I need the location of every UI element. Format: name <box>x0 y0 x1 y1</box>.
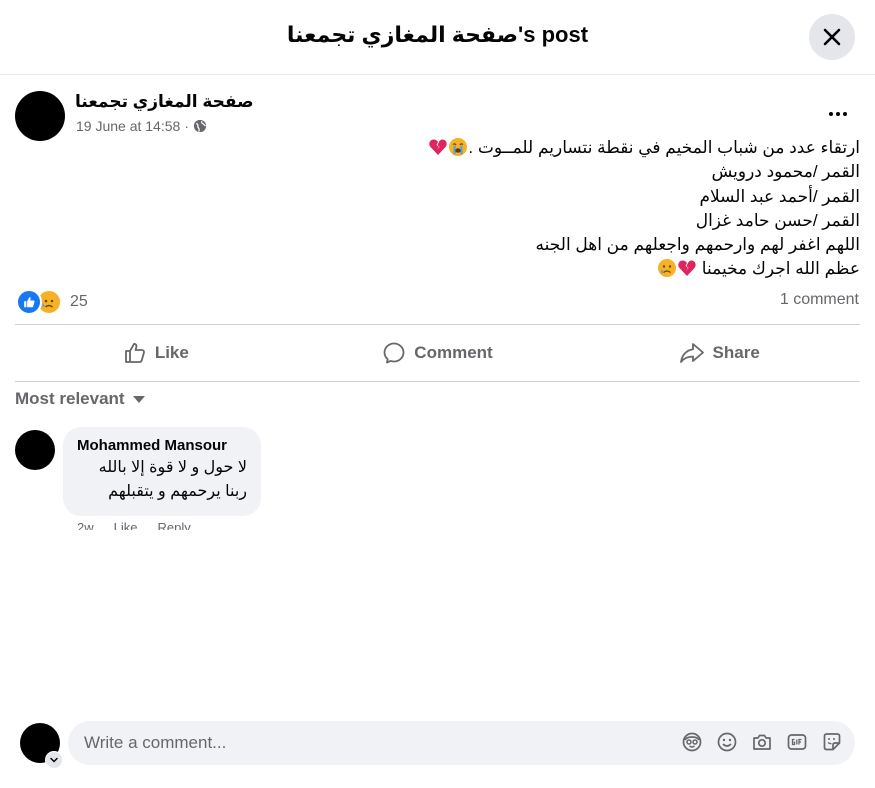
reactions-summary[interactable]: 25 <box>16 289 88 315</box>
post-dialog: صفحة المغازي تجمعنا's post صفحة المغازي … <box>0 0 875 788</box>
smiley-icon <box>717 732 737 752</box>
post-line: القمر /حسن حامد غزال <box>695 210 860 230</box>
page-avatar[interactable] <box>15 91 65 141</box>
share-button[interactable]: Share <box>578 326 860 380</box>
chevron-down-icon <box>50 757 58 763</box>
comment-text: لا حول و لا قوة إلا بالله ربنا يرحمهم و … <box>77 456 247 504</box>
thumbs-up-icon <box>124 343 145 363</box>
broken-heart-icon <box>677 258 697 278</box>
sticker-button[interactable] <box>821 731 843 753</box>
emoji-button[interactable] <box>716 731 738 753</box>
comment-count-link[interactable]: 1 comment <box>780 291 859 309</box>
sad-tear-face-icon <box>657 258 677 278</box>
comment-sort-dropdown[interactable]: Most relevant <box>15 389 145 409</box>
comment-line: ربنا يرحمهم و يتقبلهم <box>108 483 247 500</box>
more-dot-icon <box>836 112 840 116</box>
divider <box>15 381 860 382</box>
more-dot-icon <box>843 112 847 116</box>
share-label: Share <box>712 343 760 362</box>
sticker-icon <box>823 733 841 751</box>
post-action-bar: Like Comment Share <box>15 326 860 380</box>
post-body: ارتقاء عدد من شباب المخيم في نقطة نتساري… <box>380 136 860 282</box>
post-line: اللهم اغفر لهم وارحمهم واجعلهم من اهل ال… <box>535 235 860 255</box>
gif-icon <box>787 734 807 750</box>
dialog-title: صفحة المغازي تجمعنا's post <box>286 22 589 47</box>
broken-heart-icon <box>428 137 448 157</box>
photo-button[interactable] <box>751 731 773 753</box>
post-line: القمر /أحمد عبد السلام <box>699 186 860 206</box>
post-line: ارتقاء عدد من شباب المخيم في نقطة نتساري… <box>380 136 860 160</box>
like-reaction-icon <box>16 289 42 315</box>
commenter-avatar[interactable] <box>15 430 55 470</box>
globe-icon[interactable] <box>193 119 207 133</box>
share-arrow-icon <box>679 343 704 363</box>
comment-bubble: Mohammed Mansour لا حول و لا قوة إلا بال… <box>63 427 261 516</box>
comment-reply-link[interactable]: Reply <box>157 519 190 530</box>
comment-composer[interactable] <box>68 721 855 765</box>
comment-input[interactable] <box>82 732 666 754</box>
divider <box>15 324 860 325</box>
crying-face-icon <box>448 137 468 157</box>
post-timestamp[interactable]: 19 June at 14:58 <box>76 118 180 134</box>
comment-button[interactable]: Comment <box>297 326 579 380</box>
avatar-face-icon <box>682 732 702 752</box>
post-options-button[interactable] <box>822 100 854 128</box>
comment-time[interactable]: 2w <box>77 519 94 530</box>
comment-label: Comment <box>414 343 493 362</box>
comment-like-link[interactable]: Like <box>114 519 138 530</box>
dialog-header: صفحة المغازي تجمعنا's post <box>0 0 875 75</box>
avatar-sticker-button[interactable] <box>681 731 703 753</box>
reaction-count: 25 <box>70 293 88 310</box>
close-icon <box>823 28 841 46</box>
post-author[interactable]: صفحة المغازي تجمعنا <box>75 92 254 112</box>
meta-separator: · <box>184 118 189 134</box>
like-button[interactable]: Like <box>15 326 297 380</box>
profile-switch-badge[interactable] <box>45 751 63 769</box>
gif-button[interactable] <box>786 731 808 753</box>
comment-meta: 2w Like Reply <box>77 519 191 530</box>
post-meta: 19 June at 14:58 · <box>76 118 207 134</box>
camera-icon <box>753 734 771 750</box>
more-dot-icon <box>829 112 833 116</box>
composer-tools <box>681 731 843 753</box>
speech-bubble-icon <box>383 342 405 364</box>
comment-line: لا حول و لا قوة إلا بالله <box>98 459 247 476</box>
like-label: Like <box>154 343 189 362</box>
comment-author[interactable]: Mohammed Mansour <box>77 437 247 454</box>
close-button[interactable] <box>809 14 855 60</box>
post-line: عظم الله اجرك مخيمنا <box>380 257 860 281</box>
caret-down-icon <box>132 395 145 403</box>
sort-label: Most relevant <box>15 389 125 408</box>
post-line: القمر /محمود درويش <box>711 162 860 182</box>
